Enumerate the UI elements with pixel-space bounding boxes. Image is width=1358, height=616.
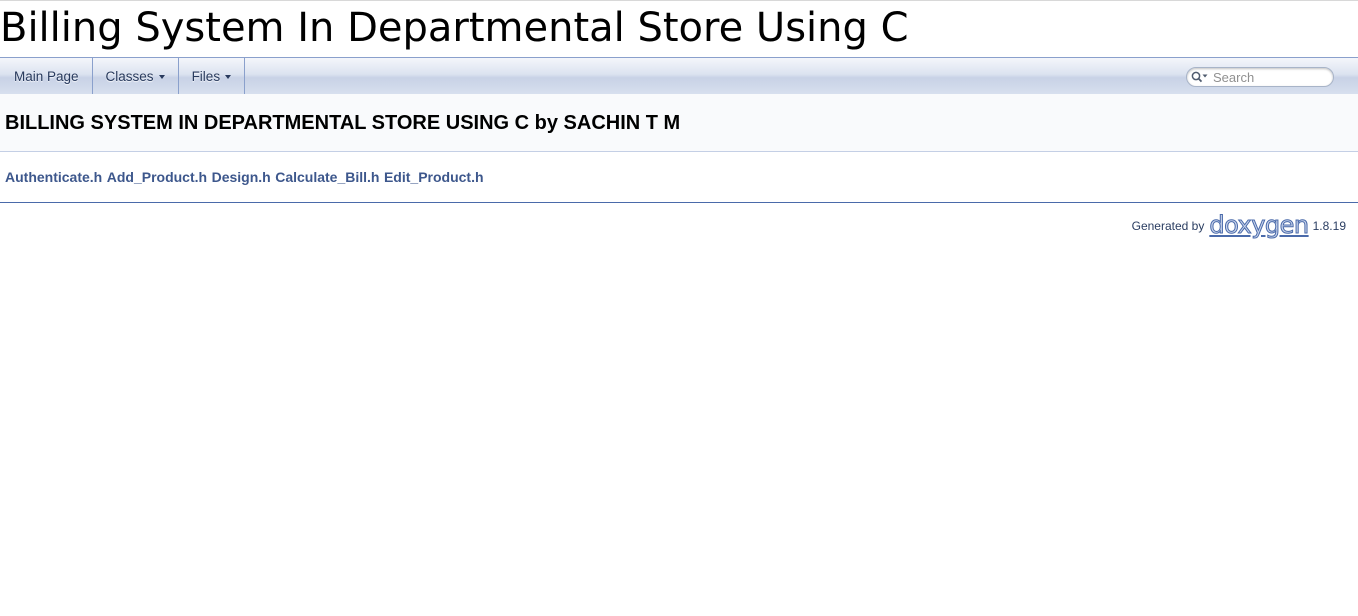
- footer: Generated by doxygen 1.8.19: [0, 203, 1358, 249]
- navbar: Main Page Classes Files: [0, 57, 1358, 94]
- file-link-edit-product[interactable]: Edit_Product.h: [384, 169, 484, 185]
- tab-files-label: Files: [191, 68, 221, 84]
- file-list: Authenticate.h Add_Product.h Design.h Ca…: [0, 152, 1358, 203]
- search-icon[interactable]: [1189, 68, 1211, 86]
- tab-classes[interactable]: Classes: [93, 58, 179, 94]
- doxygen-version: 1.8.19: [1312, 219, 1346, 233]
- file-link-add-product[interactable]: Add_Product.h: [107, 169, 207, 185]
- file-link-calculate-bill[interactable]: Calculate_Bill.h: [275, 169, 379, 185]
- file-link-authenticate[interactable]: Authenticate.h: [5, 169, 102, 185]
- generated-by-label: Generated by: [1131, 219, 1205, 233]
- page-title: BILLING SYSTEM IN DEPARTMENTAL STORE USI…: [5, 112, 681, 134]
- doxygen-logo[interactable]: doxygen: [1209, 213, 1310, 238]
- tab-main-page-label: Main Page: [14, 68, 79, 84]
- page-header: BILLING SYSTEM IN DEPARTMENTAL STORE USI…: [0, 94, 1358, 152]
- search-input[interactable]: [1213, 69, 1323, 85]
- file-link-design[interactable]: Design.h: [212, 169, 271, 185]
- caret-down-icon: [158, 75, 165, 79]
- tab-classes-label: Classes: [105, 68, 154, 84]
- tab-main-page[interactable]: Main Page: [0, 58, 93, 94]
- project-title: Billing System In Departmental Store Usi…: [0, 5, 909, 51]
- search-box: [1186, 67, 1334, 87]
- tab-files[interactable]: Files: [179, 58, 246, 94]
- caret-down-icon: [225, 75, 232, 79]
